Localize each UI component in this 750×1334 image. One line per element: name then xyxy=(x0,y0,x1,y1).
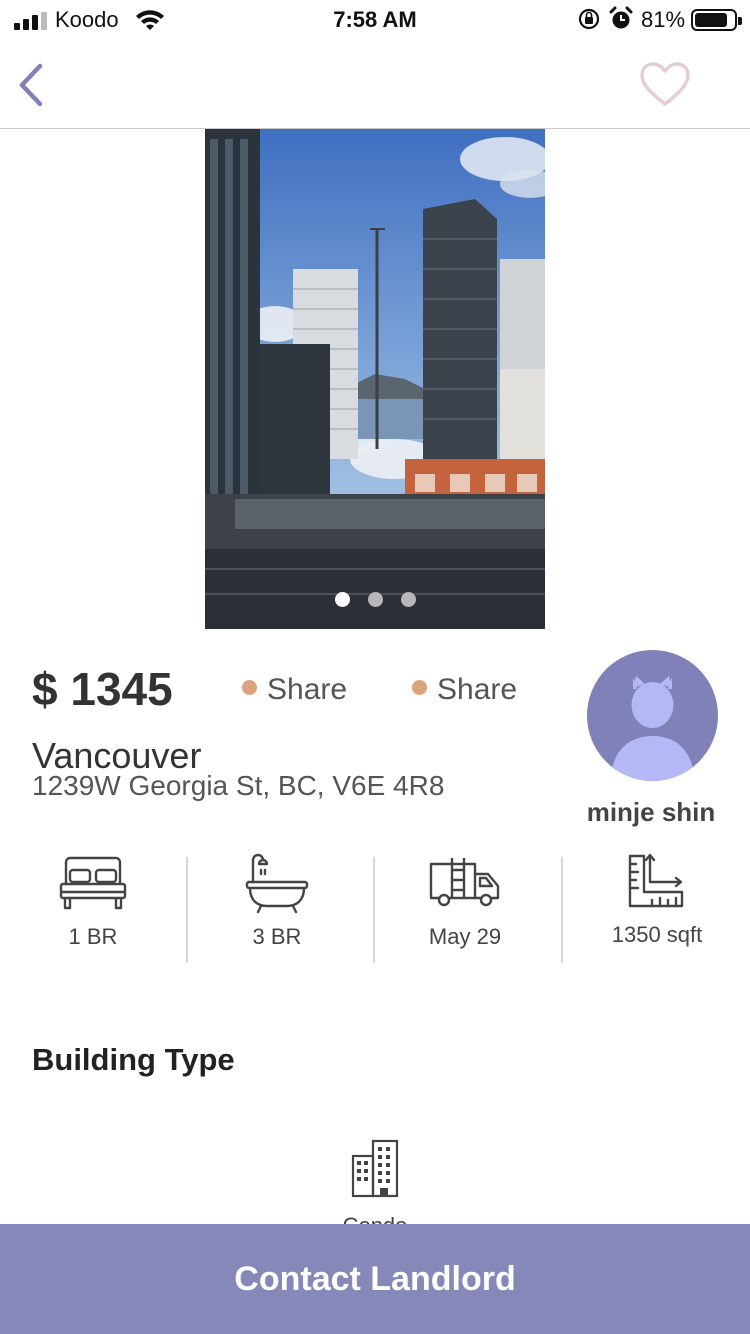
tag-bullet-icon xyxy=(412,680,427,695)
battery-icon xyxy=(691,9,742,31)
tag-label: Share xyxy=(437,673,518,706)
feature-divider xyxy=(373,857,375,963)
feature-move-in-date: May 29 xyxy=(424,852,506,950)
feature-bedrooms: 1 BR xyxy=(52,852,134,950)
bed-icon xyxy=(59,856,127,910)
heart-outline-icon[interactable] xyxy=(638,60,692,110)
feature-bathrooms: 3 BR xyxy=(236,852,318,950)
listing-photo xyxy=(205,129,545,629)
rotation-lock-icon xyxy=(578,8,600,30)
feature-divider xyxy=(186,857,188,963)
alarm-icon xyxy=(609,6,633,29)
user-avatar-icon xyxy=(611,676,694,781)
moving-truck-icon xyxy=(429,858,500,907)
feature-area: 1350 sqft xyxy=(601,852,713,948)
area-ruler-icon xyxy=(628,853,684,908)
feature-divider xyxy=(561,857,563,963)
listing-photo-carousel[interactable] xyxy=(205,129,545,629)
tag-label: Share xyxy=(267,673,348,706)
nav-bar xyxy=(0,40,750,129)
status-bar: Koodo 7:58 AM 81% xyxy=(0,0,750,40)
feature-label: May 29 xyxy=(428,924,502,949)
landlord-avatar[interactable] xyxy=(587,650,718,781)
listing-tag: Share xyxy=(242,673,347,707)
tag-bullet-icon xyxy=(242,680,257,695)
feature-label: 1350 sqft xyxy=(611,922,703,947)
back-chevron-icon[interactable] xyxy=(12,60,52,110)
listing-price: $ 1345 xyxy=(32,663,173,715)
contact-landlord-button[interactable]: Contact Landlord xyxy=(0,1224,750,1334)
carousel-dot-1[interactable] xyxy=(334,592,350,607)
carousel-dot-2[interactable] xyxy=(367,592,383,607)
listing-address: 1239W Georgia St, BC, V6E 4R8 xyxy=(32,770,445,801)
feature-label: 1 BR xyxy=(68,924,118,949)
listing-tag: Share xyxy=(412,673,517,707)
carousel-pagination xyxy=(205,592,545,612)
landlord-name[interactable]: minje shin xyxy=(560,797,742,828)
building-icon xyxy=(351,1139,399,1198)
feature-label: 3 BR xyxy=(252,924,302,949)
bathtub-icon xyxy=(245,853,309,914)
battery-percent: 81% xyxy=(641,7,686,32)
status-time: 7:58 AM xyxy=(333,7,417,32)
carousel-dot-3[interactable] xyxy=(400,592,416,607)
building-type-heading: Building Type xyxy=(32,1042,235,1077)
